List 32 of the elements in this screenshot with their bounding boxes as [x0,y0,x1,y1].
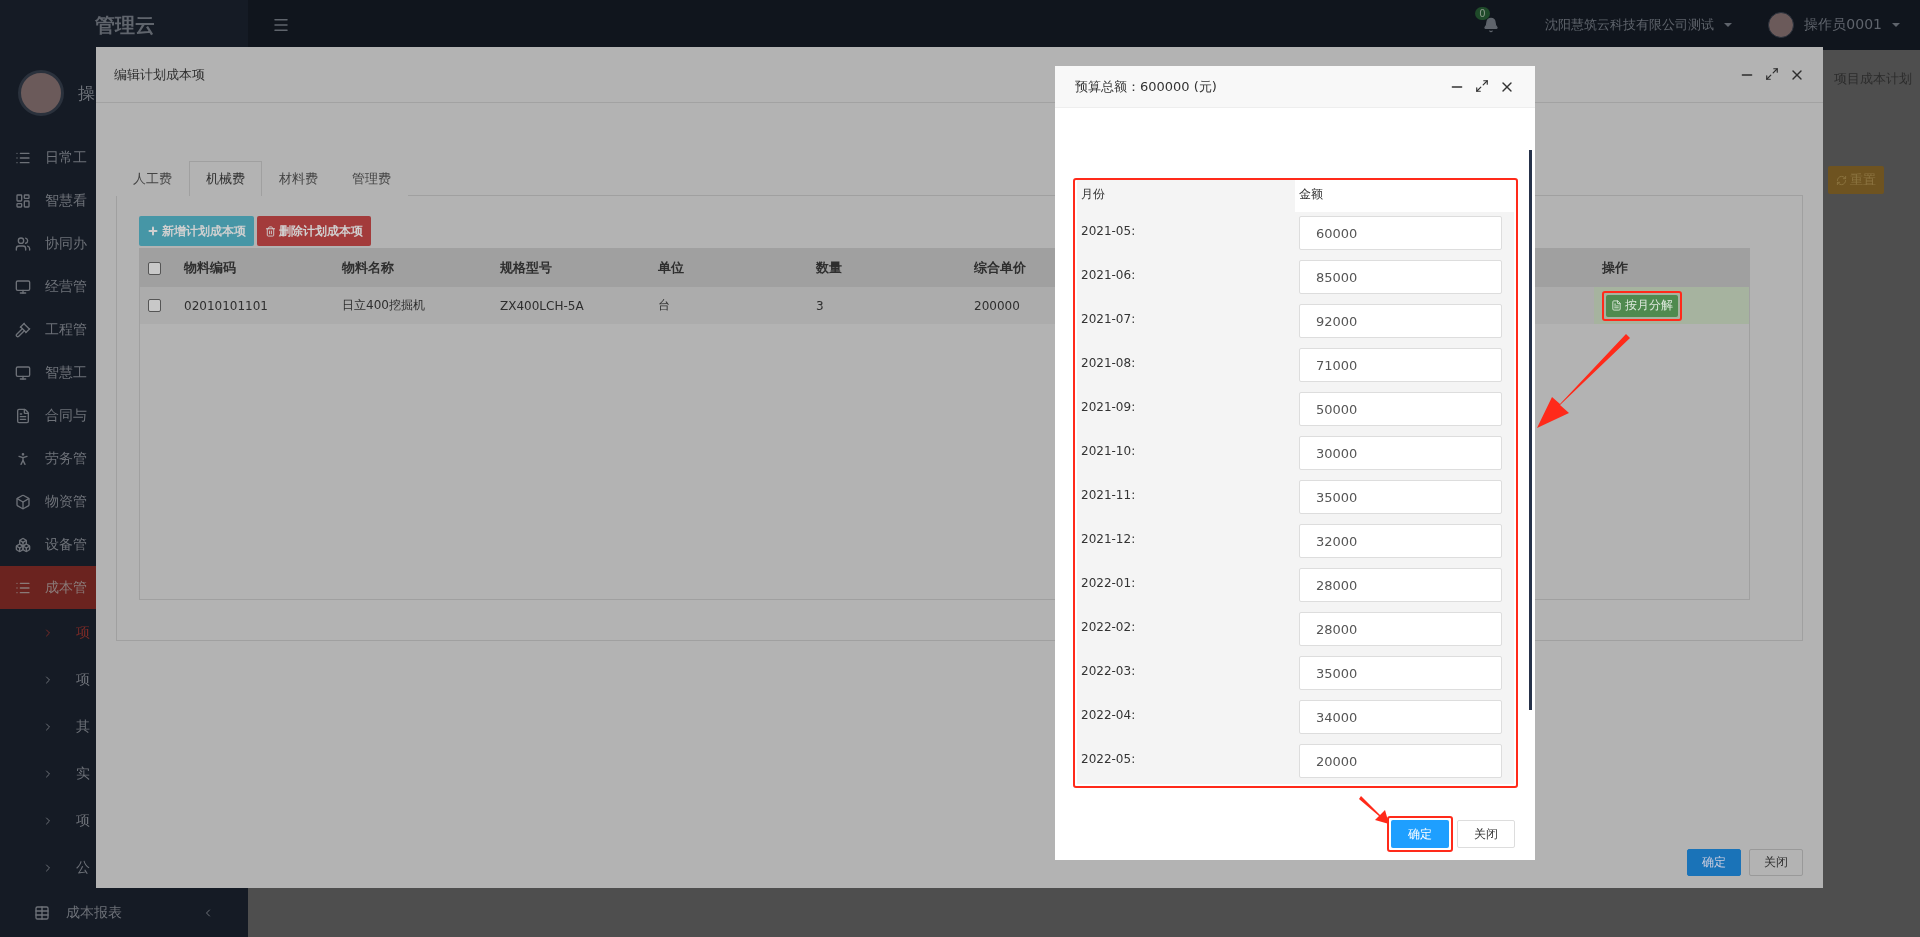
table-cell-text: 台 [657,297,670,314]
dialog-title: 预算总额：600000 (元) [1075,77,1217,96]
column-header: 数量 [815,259,842,277]
month-label: 2022-02: [1080,619,1137,636]
month-label: 2021-11: [1080,487,1137,504]
column-header: 操作 [1601,259,1628,277]
month-label: 2021-07: [1080,311,1137,328]
column-header: 物料编码 [183,259,236,277]
month-label: 2021-10: [1080,443,1137,460]
column-header: 综合单价 [973,259,1026,277]
column-header: 单位 [657,259,684,277]
month-label: 2021-05: [1080,223,1137,240]
column-header: 物料名称 [341,259,394,277]
month-label: 2021-06: [1080,267,1137,284]
user-name: 操 [78,81,95,105]
column-header: 规格型号 [499,259,552,277]
month-label: 2022-04: [1080,707,1137,724]
month-label: 2022-05: [1080,751,1137,768]
table-cell-text: 02010101101 [183,298,268,313]
app-logo: 管理云 [94,11,156,39]
column-header: 金额 [1295,180,1514,212]
table-cell-text: ZX400LCH-5A [499,298,584,313]
month-label: 2022-01: [1080,575,1137,592]
table-cell-text: 3 [815,298,824,313]
table-cell-text: 日立400挖掘机 [341,297,425,314]
notification-badge: 0 [1475,7,1490,20]
dialog-title: 编辑计划成本项 [114,65,205,84]
table-cell-text: 200000 [973,298,1020,313]
month-label: 2022-03: [1080,663,1137,680]
month-label: 2021-08: [1080,355,1137,372]
month-label: 2021-09: [1080,399,1137,416]
month-label: 2021-12: [1080,531,1137,548]
